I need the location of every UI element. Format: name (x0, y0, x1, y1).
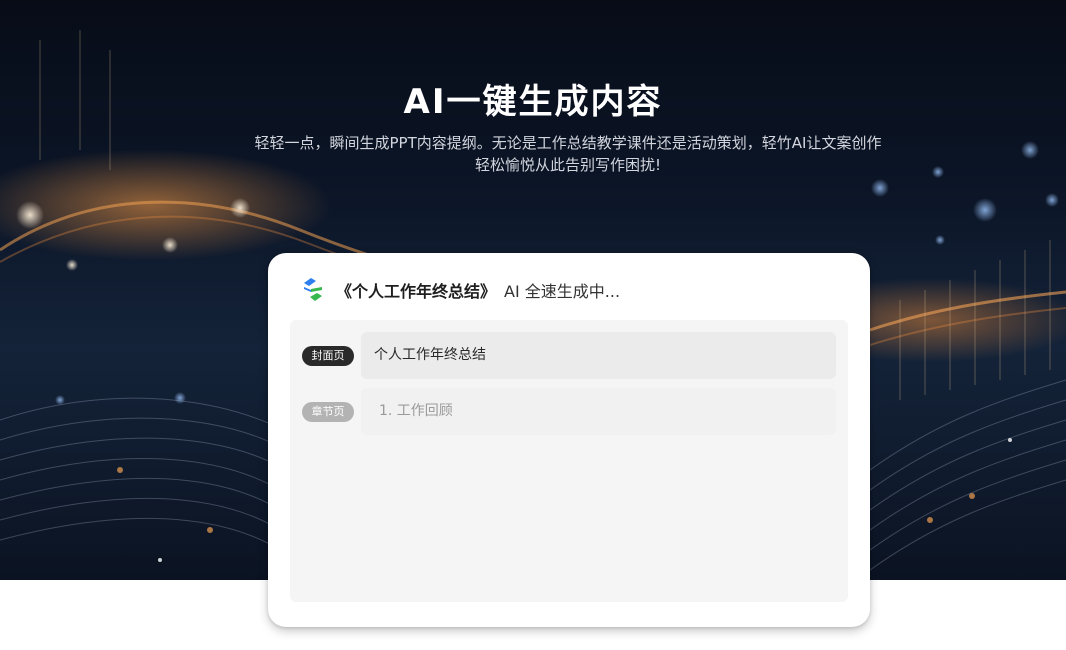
generation-status: AI 全速生成中... (504, 282, 621, 301)
page-type-tag: 章节页 (302, 402, 354, 422)
outline-panel: 封面页 个人工作年终总结 章节页 1. 工作回顾 (290, 320, 848, 602)
outline-item-text[interactable]: 1. 工作回顾 (361, 388, 836, 435)
card-header: 《个人工作年终总结》 AI 全速生成中... (302, 277, 620, 303)
page-type-tag: 封面页 (302, 346, 354, 366)
generation-card: 《个人工作年终总结》 AI 全速生成中... 封面页 个人工作年终总结 章节页 … (268, 253, 870, 627)
page: AI一键生成内容 轻轻一点，瞬间生成PPT内容提纲。无论是工作总结教学课件还是活… (0, 0, 1066, 650)
outline-row[interactable]: 封面页 个人工作年终总结 (302, 332, 836, 379)
hero-title: AI一键生成内容 (403, 82, 663, 122)
bamboo-logo-icon (304, 278, 322, 301)
outline-row[interactable]: 章节页 1. 工作回顾 (302, 388, 836, 435)
hero-subtitle-line-1: 轻轻一点，瞬间生成PPT内容提纲。无论是工作总结教学课件还是活动策划，轻竹AI让… (254, 134, 882, 152)
hero-subtitle: 轻轻一点，瞬间生成PPT内容提纲。无论是工作总结教学课件还是活动策划，轻竹AI让… (183, 132, 953, 176)
outline-item-text[interactable]: 个人工作年终总结 (361, 332, 836, 379)
document-title: 《个人工作年终总结》 (336, 282, 497, 301)
hero-subtitle-line-2: 轻松愉悦从此告别写作困扰! (474, 156, 661, 174)
